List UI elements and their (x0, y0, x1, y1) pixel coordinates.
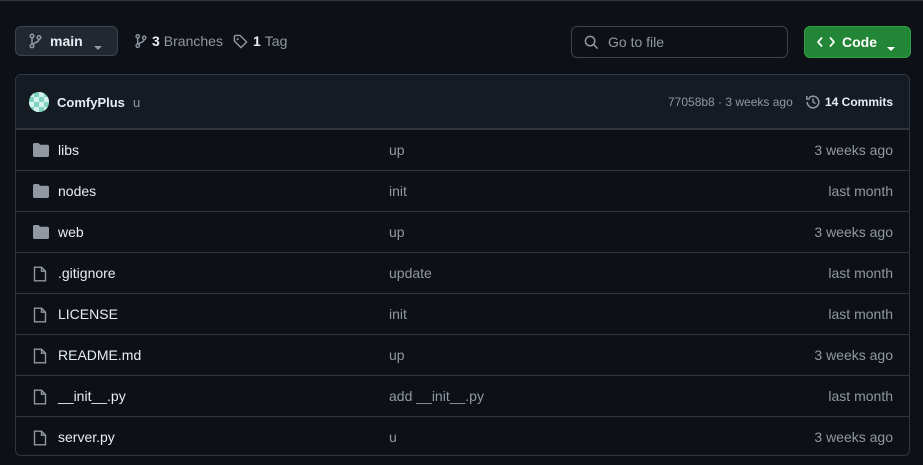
file-date: last month (828, 183, 893, 199)
avatar[interactable] (29, 92, 49, 112)
file-name[interactable]: __init__.py (58, 388, 126, 404)
file-commit-message[interactable]: up (389, 224, 405, 240)
go-to-file-input[interactable]: Go to file (571, 26, 788, 58)
file-icon (33, 348, 47, 367)
file-icon (33, 389, 47, 408)
code-button[interactable]: Code (804, 26, 911, 58)
commit-author[interactable]: ComfyPlus (57, 95, 125, 110)
file-name[interactable]: README.md (58, 347, 141, 363)
branch-name: main (50, 33, 83, 49)
git-branch-icon (28, 33, 42, 49)
history-icon (805, 94, 825, 110)
file-date: 3 weeks ago (814, 224, 893, 240)
file-date: last month (828, 265, 893, 281)
code-button-label: Code (842, 34, 877, 50)
file-date: last month (828, 388, 893, 404)
search-placeholder: Go to file (608, 34, 665, 50)
file-row-server-py[interactable]: server.py u 3 weeks ago (16, 416, 909, 455)
folder-icon (33, 184, 49, 201)
file-icon (33, 307, 47, 326)
commit-message[interactable]: u (133, 95, 140, 110)
folder-icon (33, 143, 49, 160)
file-commit-message[interactable]: u (389, 429, 397, 445)
latest-commit-bar: ComfyPlus u 77058b8 · 3 weeks ago 14 Com… (16, 75, 909, 129)
tag-icon (233, 34, 248, 49)
file-row-readme[interactable]: README.md up 3 weeks ago (16, 334, 909, 375)
file-name[interactable]: server.py (58, 429, 115, 445)
file-commit-message[interactable]: init (389, 183, 407, 199)
file-date: 3 weeks ago (814, 429, 893, 445)
file-row-web[interactable]: web up 3 weeks ago (16, 211, 909, 252)
commits-label: 14 Commits (825, 95, 894, 109)
branches-link[interactable]: 3 Branches (134, 33, 223, 49)
file-date: last month (828, 306, 893, 322)
chevron-down-icon (93, 38, 103, 54)
folder-icon (33, 225, 49, 242)
commits-link[interactable]: 14 Commits (805, 94, 893, 110)
tags-link[interactable]: 1 Tag (233, 33, 287, 49)
tags-count: 1 (253, 33, 261, 49)
file-name[interactable]: LICENSE (58, 306, 118, 322)
file-row-libs[interactable]: libs up 3 weeks ago (16, 129, 909, 170)
search-icon (584, 35, 608, 50)
file-row-gitignore[interactable]: .gitignore update last month (16, 252, 909, 293)
file-name[interactable]: .gitignore (58, 265, 116, 281)
code-icon (817, 36, 835, 48)
file-commit-message[interactable]: init (389, 306, 407, 322)
top-divider (0, 0, 923, 1)
tags-label: Tag (264, 33, 288, 49)
file-icon (33, 266, 47, 285)
file-row-license[interactable]: LICENSE init last month (16, 293, 909, 334)
file-row-init-py[interactable]: __init__.py add __init__.py last month (16, 375, 909, 416)
file-browser: ComfyPlus u 77058b8 · 3 weeks ago 14 Com… (15, 74, 910, 456)
git-branch-icon (134, 33, 147, 49)
file-row-nodes[interactable]: nodes init last month (16, 170, 909, 211)
file-date: 3 weeks ago (814, 347, 893, 363)
branches-count: 3 (152, 33, 160, 49)
file-name[interactable]: nodes (58, 183, 96, 199)
file-icon (33, 430, 47, 449)
branches-label: Branches (163, 33, 223, 49)
file-name[interactable]: libs (58, 142, 79, 158)
file-commit-message[interactable]: up (389, 347, 405, 363)
file-commit-message[interactable]: add __init__.py (389, 388, 484, 404)
file-date: 3 weeks ago (814, 142, 893, 158)
branch-selector-button[interactable]: main (15, 26, 118, 56)
file-name[interactable]: web (58, 224, 84, 240)
chevron-down-icon (886, 39, 896, 55)
file-commit-message[interactable]: update (389, 265, 432, 281)
file-commit-message[interactable]: up (389, 142, 405, 158)
commit-hash-time[interactable]: 77058b8 · 3 weeks ago (668, 95, 793, 109)
